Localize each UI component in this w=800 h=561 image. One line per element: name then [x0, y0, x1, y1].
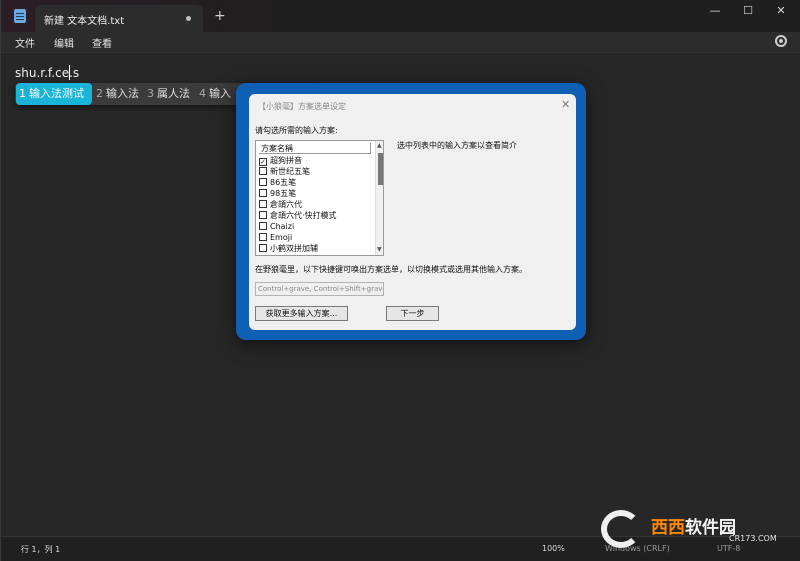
ime-candidate-3[interactable]: 3 属人法	[144, 83, 193, 105]
menu-view[interactable]: 查看	[92, 35, 112, 50]
list-item[interactable]: 倉頡六代	[259, 199, 302, 210]
scheme-name: 86五笔	[270, 178, 297, 187]
tab-document[interactable]: 新建 文本文档.txt	[35, 5, 203, 32]
candidate-text: 输入法测试	[29, 87, 84, 100]
hotkey-field[interactable]: Control+grave, Control+Shift+grave, F4	[255, 282, 384, 296]
watermark-logo-icon	[601, 510, 641, 548]
ime-candidate-1[interactable]: 1 输入法测试	[16, 83, 92, 105]
dialog-close-icon[interactable]: ✕	[561, 98, 570, 111]
checkbox[interactable]	[259, 244, 267, 252]
candidate-number: 3	[147, 87, 154, 100]
scheme-settings-dialog: 【小狼毫】方案选单设定 ✕ 请勾选所需的输入方案: 选中列表中的输入方案以查看简…	[249, 94, 576, 330]
candidate-number: 2	[96, 87, 103, 100]
scheme-description: 选中列表中的输入方案以查看简介	[397, 141, 517, 150]
list-item[interactable]: 86五笔	[259, 177, 296, 188]
watermark-brand: 西西软件园	[651, 513, 736, 538]
candidate-text: 输入法	[106, 87, 139, 100]
menu-edit[interactable]: 编辑	[54, 35, 74, 50]
close-button[interactable]: ✕	[767, 3, 795, 19]
gear-icon[interactable]	[775, 35, 787, 47]
list-item[interactable]: 98五笔	[259, 188, 296, 199]
list-item[interactable]: Emoji	[259, 232, 292, 243]
list-item[interactable]: Chaizi	[259, 221, 294, 232]
scheme-list[interactable]: 方案名稱 ✓ 超狗拼音 新世纪五笔 86五笔 98五笔 倉頡六代 倉頡六代·快打模…	[255, 140, 384, 256]
scheme-name: 小鹤双拼加辅	[270, 244, 318, 253]
ime-candidate-2[interactable]: 2 输入法	[93, 83, 142, 105]
list-scrollbar[interactable]: ▲ ▼	[375, 141, 383, 255]
scroll-up-icon[interactable]: ▲	[377, 142, 382, 149]
notepad-app-icon	[14, 9, 26, 23]
site-watermark: 西西软件园 CR173.COM	[601, 510, 784, 548]
list-item[interactable]: 倉頡六代·快打模式	[259, 210, 337, 221]
scheme-name: 倉頡六代	[270, 200, 302, 209]
scheme-name: 倉頡六代·快打模式	[270, 211, 337, 220]
scheme-name: Emoji	[270, 233, 293, 242]
checkbox[interactable]	[259, 178, 267, 186]
scroll-thumb[interactable]	[378, 153, 383, 185]
watermark-domain: CR173.COM	[729, 534, 777, 543]
checkbox[interactable]	[259, 211, 267, 219]
candidate-text: 属人法	[157, 87, 190, 100]
checkbox[interactable]	[259, 222, 267, 230]
notepad-window: 新建 文本文档.txt + — ☐ ✕ 文件 编辑 查看 shu.r.f.ce.…	[0, 0, 800, 561]
hotkey-hint: 在野狼毫里，以下快捷键可唤出方案选单，以切换模式或选用其他输入方案。	[255, 265, 527, 274]
menu-file[interactable]: 文件	[15, 35, 35, 50]
scheme-name: 超狗拼音	[270, 156, 302, 165]
maximize-button[interactable]: ☐	[734, 3, 762, 19]
list-item[interactable]: 小鹤双拼加辅	[259, 243, 318, 254]
scroll-down-icon[interactable]: ▼	[377, 246, 382, 253]
scheme-name: Chaizi	[270, 222, 295, 231]
scheme-name: 新世纪五笔	[270, 167, 310, 176]
checkbox[interactable]	[259, 189, 267, 197]
candidate-number: 1	[19, 87, 26, 100]
menu-bar: 文件 编辑 查看	[1, 32, 800, 52]
title-bar: 新建 文本文档.txt + — ☐ ✕	[1, 0, 800, 32]
text-caret	[69, 65, 70, 80]
watermark-brand-1: 西西	[651, 518, 685, 538]
list-item[interactable]: ✓ 超狗拼音	[259, 155, 302, 166]
dialog-title: 【小狼毫】方案选单设定	[258, 102, 346, 111]
select-scheme-label: 请勾选所需的输入方案:	[255, 126, 338, 135]
cursor-position: 行 1，列 1	[21, 545, 61, 554]
unsaved-dot-icon[interactable]	[186, 16, 191, 21]
next-button[interactable]: 下一步	[386, 306, 439, 321]
candidate-number: 4	[199, 87, 206, 100]
minimize-button[interactable]: —	[701, 3, 729, 19]
ime-candidate-4[interactable]: 4 输入	[196, 83, 234, 105]
checkbox[interactable]	[259, 167, 267, 175]
checkbox[interactable]	[259, 233, 267, 241]
checkbox[interactable]	[259, 200, 267, 208]
list-item[interactable]: 新世纪五笔	[259, 166, 310, 177]
tab-title: 新建 文本文档.txt	[44, 16, 125, 27]
scheme-name: 98五笔	[270, 189, 297, 198]
new-tab-button[interactable]: +	[214, 9, 226, 23]
get-more-schemes-button[interactable]: 获取更多输入方案...	[255, 306, 348, 321]
zoom-level[interactable]: 100%	[542, 544, 565, 553]
candidate-text: 输入	[209, 87, 231, 100]
checkbox[interactable]: ✓	[259, 158, 267, 166]
list-column-header[interactable]: 方案名稱	[259, 143, 371, 154]
